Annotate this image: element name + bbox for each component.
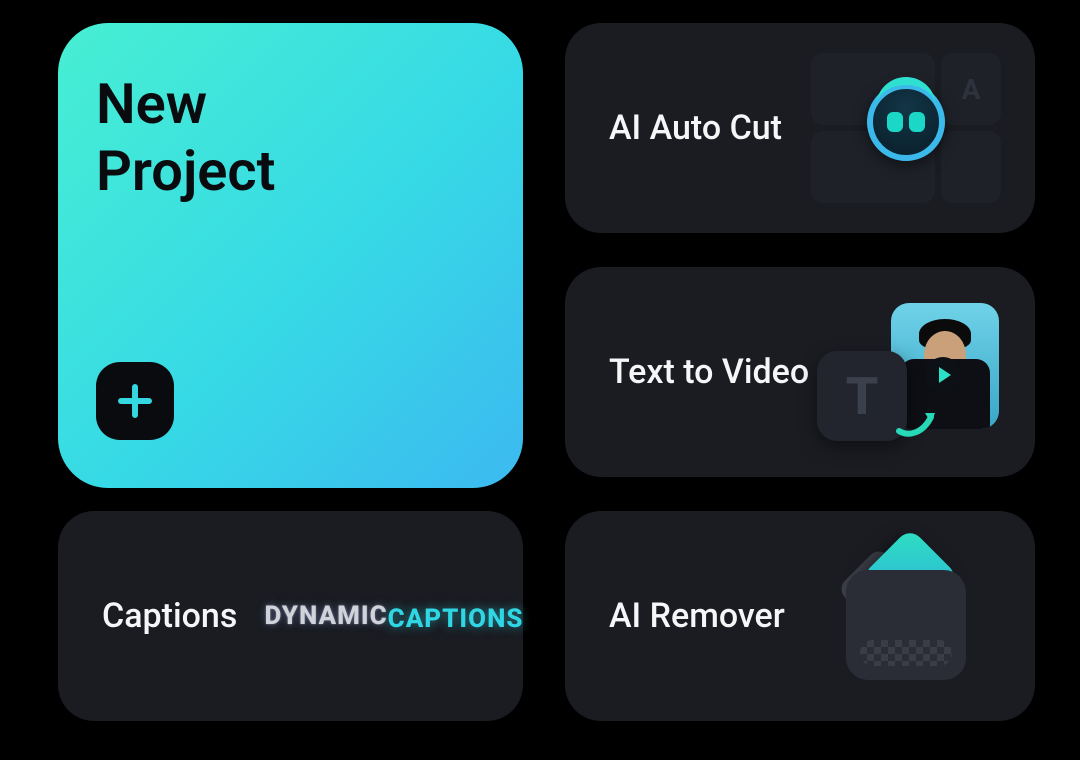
text-to-video-label: Text to Video bbox=[609, 352, 809, 392]
play-icon bbox=[925, 357, 961, 393]
plus-icon bbox=[96, 362, 174, 440]
home-tiles: New Project AI Auto Cut A Text to Video bbox=[0, 0, 1080, 760]
text-to-video-tile[interactable]: Text to Video T bbox=[565, 267, 1035, 477]
ai-remover-tile[interactable]: AI Remover bbox=[565, 511, 1035, 721]
filmstrip-icon bbox=[941, 131, 1001, 203]
text-t-icon: T bbox=[817, 351, 907, 441]
ai-bot-icon bbox=[867, 83, 945, 161]
captions-label: Captions bbox=[102, 596, 237, 636]
ai-remover-art bbox=[811, 541, 1001, 691]
new-project-tile[interactable]: New Project bbox=[58, 23, 523, 488]
ai-remover-label: AI Remover bbox=[609, 596, 785, 636]
captions-art-line2: CAPTIONS bbox=[388, 604, 524, 634]
arrow-icon bbox=[895, 403, 939, 439]
letter-a-icon: A bbox=[941, 53, 1001, 125]
ai-auto-cut-art: A bbox=[811, 53, 1001, 203]
text-to-video-art: T bbox=[811, 297, 1001, 447]
new-project-title: New Project bbox=[96, 71, 485, 205]
ai-auto-cut-tile[interactable]: AI Auto Cut A bbox=[565, 23, 1035, 233]
captions-art: DYNAMIC CAPTIONS bbox=[299, 541, 489, 691]
eraser-base-icon bbox=[846, 570, 966, 680]
new-project-title-line2: Project bbox=[96, 138, 485, 205]
captions-tile[interactable]: Captions DYNAMIC CAPTIONS bbox=[58, 511, 523, 721]
ai-auto-cut-label: AI Auto Cut bbox=[609, 108, 782, 148]
new-project-title-line1: New bbox=[96, 71, 485, 138]
captions-art-line1: DYNAMIC bbox=[264, 601, 387, 631]
